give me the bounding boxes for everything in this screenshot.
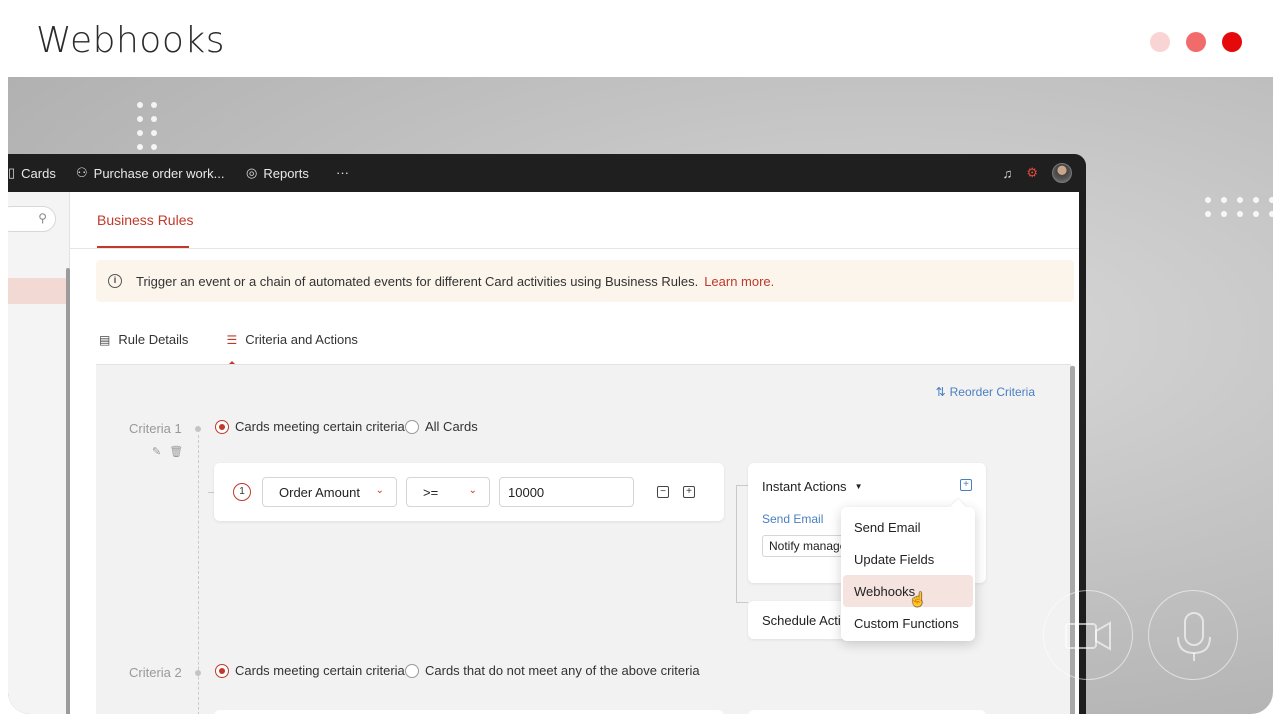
workflow-icon: ⚇	[76, 165, 88, 180]
divider	[70, 248, 1079, 249]
condition-index-badge: 1	[233, 483, 251, 501]
tab-label: Rule Details	[118, 332, 189, 347]
criteria-icon: ☰	[226, 332, 238, 347]
add-action-button[interactable]: +	[960, 479, 972, 491]
criteria-2-option-a[interactable]: Cards meeting certain criteria	[215, 663, 405, 678]
reorder-criteria-button[interactable]: ⇅ Reorder Criteria	[936, 385, 1035, 399]
criteria-1-label: Criteria 1	[129, 421, 182, 436]
page-title: Business Rules	[97, 212, 194, 228]
video-camera-icon	[1065, 621, 1111, 651]
avatar[interactable]	[1052, 163, 1072, 183]
dot-light	[1150, 32, 1170, 52]
criteria-2-option-b[interactable]: Cards that do not meet any of the above …	[405, 663, 700, 678]
slide-title: Webhooks	[36, 20, 225, 61]
nav-label: Cards	[21, 165, 56, 181]
left-sidebar: ⚲	[8, 192, 70, 714]
camera-button[interactable]	[1043, 590, 1133, 680]
nav-item-purchase-order[interactable]: ⚇ Purchase order work...	[76, 165, 224, 181]
hand-cursor-icon: ☝	[909, 591, 927, 607]
radio-label: Cards meeting certain criteria	[235, 663, 405, 678]
chevron-down-icon: ⌄	[375, 485, 384, 496]
menu-item-webhooks[interactable]: Webhooks	[843, 575, 973, 607]
tab-bar: ▤ Rule Details ☰ Criteria and Actions	[99, 332, 358, 365]
tab-criteria-actions[interactable]: ☰ Criteria and Actions	[226, 332, 358, 365]
banner-text: Trigger an event or a chain of automated…	[136, 273, 699, 289]
menu-item-custom-functions[interactable]: Custom Functions	[843, 607, 973, 639]
app-topbar: ▯ Cards ⚇ Purchase order work... ◎ Repor…	[8, 154, 1086, 192]
bell-icon[interactable]: ♫	[1003, 166, 1013, 181]
radio-selected[interactable]	[215, 419, 229, 434]
radio-unselected[interactable]	[405, 419, 419, 434]
reports-icon: ◎	[246, 165, 258, 180]
sidebar-search-input[interactable]: ⚲	[8, 206, 56, 232]
window-dots	[1150, 32, 1242, 52]
learn-more-link[interactable]: Learn more.	[704, 274, 774, 289]
caret-down-icon: ▼	[854, 482, 863, 491]
edit-icon[interactable]: ✎	[152, 445, 161, 458]
criteria-1-node	[195, 426, 201, 432]
criteria-2-node	[195, 670, 201, 676]
tab-label: Criteria and Actions	[245, 332, 358, 347]
sidebar-item-selected[interactable]	[8, 278, 66, 304]
value-input[interactable]: 10000	[499, 477, 634, 507]
actions-bracket	[736, 485, 748, 603]
criteria-1-option-a[interactable]: Cards meeting certain criteria	[215, 419, 405, 434]
operator-select-value: >=	[423, 484, 439, 500]
reorder-icon: ⇅	[935, 385, 946, 399]
add-condition-button[interactable]: +	[683, 486, 695, 498]
condition-card: 1 Order Amount ⌄ >= ⌄ 10000 − +	[214, 463, 724, 521]
next-condition-card	[214, 710, 724, 714]
nav-item-reports[interactable]: ◎ Reports	[246, 165, 309, 181]
document-icon: ▤	[99, 332, 111, 347]
more-icon: ···	[336, 165, 349, 180]
next-actions-card	[748, 710, 986, 714]
info-icon: i	[108, 274, 122, 288]
microphone-button[interactable]	[1148, 590, 1238, 680]
dot-dark	[1222, 32, 1242, 52]
field-select[interactable]: Order Amount ⌄	[262, 477, 397, 507]
remove-condition-button[interactable]: −	[657, 486, 669, 498]
field-select-value: Order Amount	[279, 484, 360, 500]
operator-select[interactable]: >= ⌄	[406, 477, 490, 507]
radio-label: All Cards	[425, 419, 478, 434]
cards-icon: ▯	[8, 165, 16, 180]
instant-actions-header[interactable]: Instant Actions ▼	[762, 479, 862, 494]
criteria-2-label: Criteria 2	[129, 665, 182, 680]
topbar-right-tools: ♫ ⚙	[1003, 163, 1072, 183]
menu-item-update-fields[interactable]: Update Fields	[843, 543, 973, 575]
search-icon: ⚲	[38, 211, 47, 225]
radio-label: Cards meeting certain criteria	[235, 419, 405, 434]
criteria-1-option-b[interactable]: All Cards	[405, 419, 478, 434]
microphone-icon	[1177, 612, 1211, 661]
trash-icon[interactable]: 🗑	[169, 445, 183, 458]
instant-actions-title: Instant Actions	[762, 479, 847, 494]
radio-label: Cards that do not meet any of the above …	[425, 663, 700, 678]
radio-selected[interactable]	[215, 663, 229, 678]
gear-icon[interactable]: ⚙	[1026, 165, 1038, 181]
menu-item-send-email[interactable]: Send Email	[843, 511, 973, 543]
chevron-down-icon: ⌄	[468, 485, 477, 496]
decor-dots-right	[1205, 197, 1273, 217]
nav-more[interactable]: ···	[336, 165, 349, 180]
add-action-menu: Send Email Update Fields Webhooks Custom…	[841, 507, 975, 641]
criteria-1-tools: ✎ 🗑	[152, 445, 183, 458]
info-banner: i Trigger an event or a chain of automat…	[96, 260, 1074, 302]
dot-medium	[1186, 32, 1206, 52]
reorder-label: Reorder Criteria	[949, 385, 1035, 399]
tab-rule-details[interactable]: ▤ Rule Details	[99, 332, 188, 347]
sidebar-scrollbar[interactable]	[66, 268, 70, 714]
nav-label: Reports	[263, 165, 309, 181]
nav-label: Purchase order work...	[93, 165, 225, 181]
send-email-link[interactable]: Send Email	[762, 512, 823, 526]
radio-unselected[interactable]	[405, 663, 419, 678]
nav-item-cards[interactable]: ▯ Cards	[8, 165, 56, 181]
